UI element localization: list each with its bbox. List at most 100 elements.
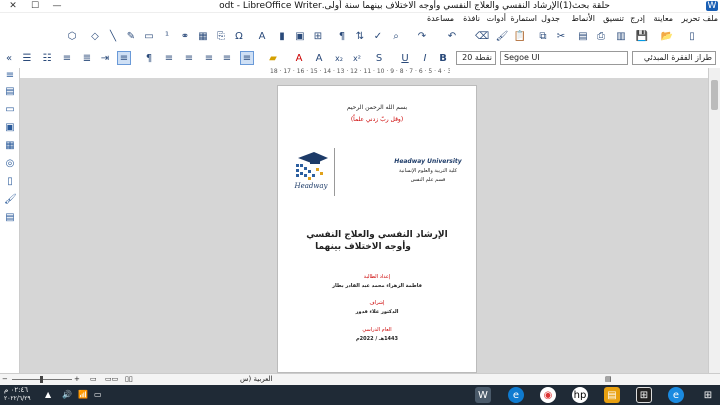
clock-time[interactable]: ٠٢:٤٦ م bbox=[4, 386, 28, 394]
clear-icon[interactable]: ⌫ bbox=[475, 29, 489, 43]
hyperlink-icon[interactable]: ⚭ bbox=[178, 29, 192, 43]
underline-icon[interactable]: U bbox=[398, 51, 412, 65]
zoom-plus[interactable]: + bbox=[74, 375, 80, 383]
vertical-scrollbar[interactable] bbox=[708, 68, 720, 373]
battery-icon[interactable]: ▭ bbox=[94, 390, 102, 399]
undo-icon[interactable]: ↶ bbox=[445, 29, 459, 43]
taskbar-store-icon[interactable]: ⊞ bbox=[636, 387, 652, 403]
menu-styles[interactable]: الأنماط bbox=[572, 14, 595, 23]
formatting-marks-icon[interactable]: ¶ bbox=[335, 29, 349, 43]
align-center-icon[interactable]: ≡ bbox=[202, 51, 216, 65]
bullet-list-icon[interactable]: ≣ bbox=[80, 51, 94, 65]
chart-icon[interactable]: ▮ bbox=[275, 29, 289, 43]
text-direction-icon[interactable]: ⇅ bbox=[353, 29, 367, 43]
document-page[interactable]: بسم الله الرحمن الرحيم (وقل ربّ زدني علم… bbox=[277, 85, 477, 373]
subscript-icon[interactable]: x₂ bbox=[332, 51, 346, 65]
open-icon[interactable]: 📂 bbox=[660, 29, 674, 43]
taskbar-chrome-icon[interactable]: ◉ bbox=[540, 387, 556, 403]
font-color-icon[interactable]: A bbox=[292, 51, 306, 65]
menu-help[interactable]: مساعدة bbox=[427, 14, 454, 23]
comment-icon[interactable]: ▭ bbox=[142, 29, 156, 43]
scroll-thumb[interactable] bbox=[711, 80, 718, 110]
properties-icon[interactable]: ▤ bbox=[4, 86, 16, 98]
align-end-icon[interactable]: ≡ bbox=[220, 51, 234, 65]
spellcheck-icon[interactable]: ✓ bbox=[371, 29, 385, 43]
align-left-icon[interactable]: ≡ bbox=[182, 51, 196, 65]
export-pdf-icon[interactable]: ▥ bbox=[614, 29, 628, 43]
copy-icon[interactable]: ⧉ bbox=[536, 29, 550, 43]
minimize-button[interactable]: — bbox=[48, 1, 66, 11]
gallery-icon[interactable]: ▦ bbox=[4, 140, 16, 152]
clone-icon[interactable]: 🖌 bbox=[495, 29, 509, 43]
paragraph-style-combo[interactable]: طراز الفقرة المبدئي bbox=[632, 51, 716, 65]
font-name-combo[interactable]: Segoe UI bbox=[500, 51, 628, 65]
network-icon[interactable]: 📶 bbox=[78, 390, 88, 399]
menu-form[interactable]: استمارة bbox=[511, 14, 537, 23]
menu-window[interactable]: نافذة bbox=[463, 14, 480, 23]
line-icon[interactable]: ╲ bbox=[106, 29, 120, 43]
taskbar-explorer-icon[interactable]: ▤ bbox=[604, 387, 620, 403]
justify-icon[interactable]: ≡ bbox=[162, 51, 176, 65]
shapes-icon[interactable]: ⬡ bbox=[65, 29, 79, 43]
diamond-icon[interactable]: ◇ bbox=[88, 29, 102, 43]
styles-icon[interactable]: ▣ bbox=[4, 122, 16, 134]
numbered-list-icon[interactable]: ≡ bbox=[60, 51, 74, 65]
list-icon[interactable]: ☷ bbox=[40, 51, 54, 65]
superscript-icon[interactable]: x² bbox=[350, 51, 364, 65]
track-changes-icon[interactable]: ✎ bbox=[124, 29, 138, 43]
volume-icon[interactable]: 🔊 bbox=[62, 390, 72, 399]
outline-icon[interactable]: ☰ bbox=[20, 51, 34, 65]
align-right-icon[interactable]: ≡ bbox=[117, 51, 131, 65]
italic-icon[interactable]: I bbox=[418, 51, 432, 65]
page-icon[interactable]: ▭ bbox=[4, 104, 16, 116]
menu-icon[interactable]: ≡ bbox=[4, 70, 16, 82]
image-icon[interactable]: ▣ bbox=[293, 29, 307, 43]
taskbar-hp-icon[interactable]: hp bbox=[572, 387, 588, 403]
navigator-icon[interactable]: ◎ bbox=[4, 158, 16, 170]
style-inspector-icon[interactable]: 🖌 bbox=[4, 194, 17, 206]
paste-icon[interactable]: 📋 bbox=[513, 29, 527, 43]
zoom-slider-handle[interactable] bbox=[40, 376, 43, 383]
horizontal-ruler[interactable]: 18 · 17 · 16 · 15 · 14 · 13 · 12 · 11 · … bbox=[270, 68, 450, 78]
start-button[interactable]: ⊞ bbox=[700, 387, 716, 403]
taskbar-edge-icon[interactable]: e bbox=[508, 387, 524, 403]
zoom-minus[interactable]: − bbox=[2, 375, 8, 383]
menu-view[interactable]: معاينة bbox=[653, 14, 673, 23]
menu-insert[interactable]: إدرج bbox=[630, 14, 645, 23]
bold-icon[interactable]: B bbox=[436, 51, 450, 65]
clock-date[interactable]: ٢٠٢٢/٦/٢٩ bbox=[4, 395, 31, 402]
menu-file[interactable]: ملف bbox=[703, 14, 718, 23]
menu-edit[interactable]: تحرير bbox=[682, 14, 700, 23]
special-char-icon[interactable]: Ω bbox=[232, 29, 246, 43]
font-size-combo[interactable]: نقطة 20 bbox=[456, 51, 496, 65]
single-page-view-icon[interactable]: ▭ bbox=[90, 375, 97, 383]
new-icon[interactable]: ▯ bbox=[685, 29, 699, 43]
menu-table[interactable]: جدول bbox=[541, 14, 560, 23]
strikethrough-icon[interactable]: S bbox=[372, 51, 386, 65]
taskbar-writer-icon[interactable]: W bbox=[475, 387, 491, 403]
textbox-icon[interactable]: A bbox=[255, 29, 269, 43]
indent-icon[interactable]: ⇥ bbox=[98, 51, 112, 65]
save-icon[interactable]: 💾 bbox=[635, 29, 649, 43]
book-view-icon[interactable]: ▯▯ bbox=[125, 375, 133, 383]
paragraph-align-icon[interactable]: ≡ bbox=[240, 51, 254, 65]
field-icon[interactable]: ▦ bbox=[196, 29, 210, 43]
table-icon[interactable]: ⊞ bbox=[311, 29, 325, 43]
taskbar-ie-icon[interactable]: e bbox=[668, 387, 684, 403]
redo-icon[interactable]: ↷ bbox=[415, 29, 429, 43]
multi-page-view-icon[interactable]: ▭▭ bbox=[105, 375, 118, 383]
highlight-icon[interactable]: ▰ bbox=[266, 51, 280, 65]
ltr-icon[interactable]: ¶ bbox=[142, 51, 156, 65]
inspector-icon[interactable]: ▯ bbox=[4, 176, 16, 188]
close-button[interactable]: ✕ bbox=[4, 1, 22, 11]
find-icon[interactable]: ⌕ bbox=[389, 29, 403, 43]
footnote-icon[interactable]: ¹ bbox=[160, 29, 174, 43]
print-icon[interactable]: ⎙ bbox=[594, 29, 608, 43]
maximize-button[interactable]: ☐ bbox=[26, 1, 44, 11]
print-preview-icon[interactable]: ▤ bbox=[576, 29, 590, 43]
menu-format[interactable]: تنسيق bbox=[603, 14, 624, 23]
language-status[interactable]: العربية (س bbox=[240, 375, 273, 383]
language-indicator[interactable]: ▲ bbox=[45, 390, 51, 399]
menu-tools[interactable]: أدوات bbox=[487, 14, 506, 23]
sidebar-toggle-icon[interactable]: « bbox=[2, 51, 16, 65]
